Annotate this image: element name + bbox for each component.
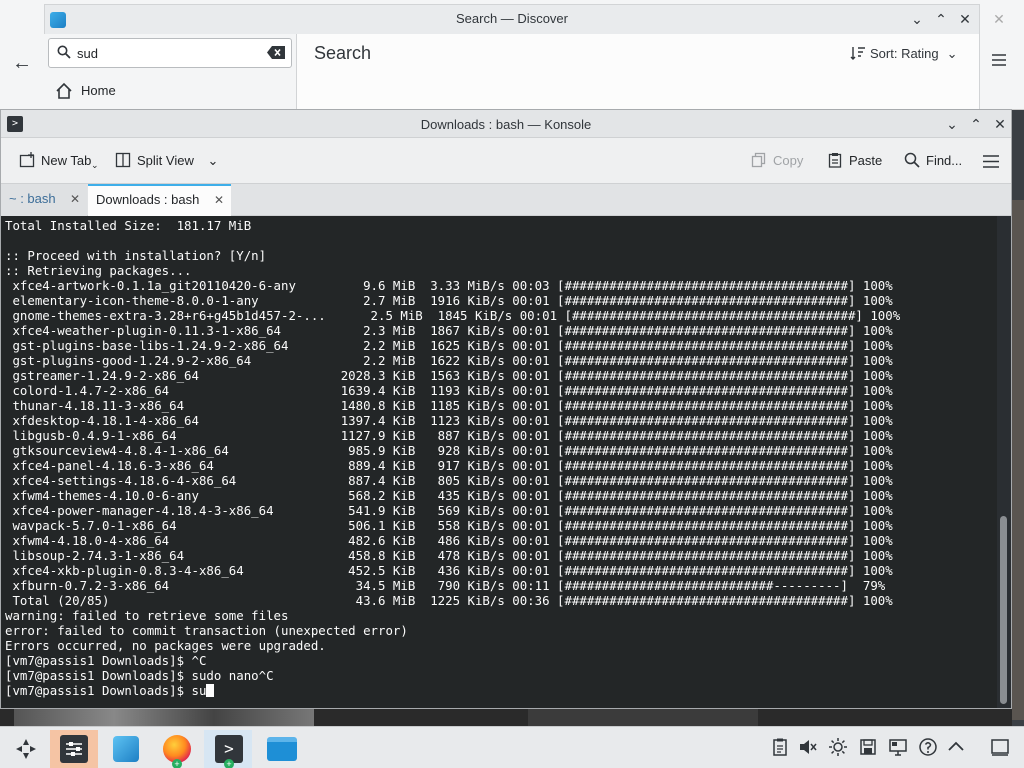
chevron-down-icon: ⌄ bbox=[91, 160, 99, 170]
taskbar-dolphin[interactable] bbox=[256, 730, 304, 768]
split-view-icon bbox=[115, 152, 131, 168]
close-icon[interactable]: ✕ bbox=[991, 115, 1009, 133]
show-desktop-icon[interactable] bbox=[990, 737, 1010, 757]
prompt-text: [vm7@passis1 Downloads]$ su bbox=[5, 683, 207, 698]
sort-dropdown[interactable]: Sort: Rating ⌄ bbox=[850, 45, 958, 62]
maximize-icon[interactable]: ⌃ bbox=[967, 115, 985, 133]
desktop-wallpaper-strip bbox=[0, 708, 1012, 726]
new-tab-icon bbox=[19, 152, 35, 168]
taskbar: + > + bbox=[0, 726, 1024, 768]
search-input[interactable]: sud bbox=[48, 38, 292, 68]
new-tab-label: New Tab bbox=[41, 153, 92, 168]
sidebar-item-label: Home bbox=[81, 83, 116, 98]
split-view-label: Split View bbox=[137, 153, 194, 168]
tab-downloads-bash[interactable]: Downloads : bash ✕ bbox=[88, 184, 231, 216]
terminal-output[interactable]: Total Installed Size: 181.17 MiB :: Proc… bbox=[1, 216, 997, 708]
chevron-down-icon: ⌄ bbox=[946, 46, 958, 61]
close-icon[interactable]: ✕ bbox=[956, 10, 974, 28]
konsole-titlebar[interactable]: > Downloads : bash — Konsole ⌄ ⌃ ✕ bbox=[1, 110, 1011, 138]
search-input-value[interactable]: sud bbox=[77, 46, 98, 61]
close-icon[interactable]: ✕ bbox=[990, 10, 1008, 28]
tab-label: ~ : bash bbox=[9, 191, 56, 206]
app-launcher-icon bbox=[16, 739, 36, 759]
plus-badge-icon: + bbox=[224, 759, 234, 768]
konsole-window-title: Downloads : bash — Konsole bbox=[420, 117, 592, 132]
sort-label: Sort: Rating bbox=[870, 46, 939, 61]
find-button[interactable]: Find... bbox=[904, 152, 962, 168]
storage-icon[interactable] bbox=[858, 737, 878, 757]
terminal-text: Total Installed Size: 181.17 MiB :: Proc… bbox=[5, 218, 901, 683]
display-icon[interactable] bbox=[888, 737, 908, 757]
close-tab-icon[interactable]: ✕ bbox=[214, 186, 224, 214]
copy-button[interactable]: Copy bbox=[751, 152, 803, 168]
paste-button[interactable]: Paste bbox=[827, 152, 882, 168]
close-tab-icon[interactable]: ✕ bbox=[70, 184, 80, 214]
desktop-wallpaper-edge bbox=[1012, 200, 1024, 720]
paste-label: Paste bbox=[849, 153, 883, 168]
taskbar-discover[interactable] bbox=[101, 730, 149, 768]
brightness-icon[interactable] bbox=[828, 737, 848, 757]
taskbar-konsole[interactable]: > + bbox=[204, 730, 252, 768]
copy-icon bbox=[751, 152, 766, 168]
konsole-window: > Downloads : bash — Konsole ⌄ ⌃ ✕ New T… bbox=[0, 109, 1012, 709]
page-title: Search bbox=[314, 43, 372, 63]
konsole-toolbar: New Tab ⌄ Split View ⌄ Copy Paste Find..… bbox=[1, 138, 1011, 184]
tab-bar: ~ : bash ✕ Downloads : bash ✕ bbox=[1, 184, 1011, 216]
text-cursor bbox=[206, 684, 215, 697]
hamburger-menu-icon[interactable] bbox=[983, 155, 999, 168]
discover-window: Search — Discover ⌄ ⌃ ✕ ✕ ← sud Home Sea… bbox=[0, 0, 1024, 110]
minimize-icon[interactable]: ⌄ bbox=[908, 10, 926, 28]
expand-tray-icon[interactable] bbox=[946, 737, 966, 757]
wallpaper-image bbox=[14, 708, 314, 726]
app-launcher-button[interactable] bbox=[2, 730, 50, 768]
clipboard-icon[interactable] bbox=[770, 737, 790, 757]
search-icon bbox=[57, 45, 71, 59]
taskbar-system-settings[interactable] bbox=[50, 730, 98, 768]
tab-home-bash[interactable]: ~ : bash ✕ bbox=[1, 184, 87, 216]
maximize-icon[interactable]: ⌃ bbox=[932, 10, 950, 28]
tab-label: Downloads : bash bbox=[96, 192, 200, 207]
find-label: Find... bbox=[926, 153, 963, 168]
terminal-prompt-line[interactable]: [vm7@passis1 Downloads]$ su bbox=[5, 683, 993, 698]
paste-icon bbox=[828, 153, 842, 168]
home-icon bbox=[56, 82, 72, 99]
scrollbar-thumb[interactable] bbox=[1000, 516, 1007, 704]
system-settings-icon bbox=[60, 735, 88, 763]
discover-icon bbox=[113, 736, 139, 762]
terminal-scrollbar[interactable] bbox=[997, 216, 1011, 708]
copy-label: Copy bbox=[773, 153, 804, 168]
split-view-button[interactable]: Split View ⌄ bbox=[115, 152, 218, 169]
help-icon[interactable] bbox=[918, 737, 938, 757]
wallpaper-image bbox=[528, 708, 758, 726]
discover-window-title: Search — Discover bbox=[456, 11, 568, 26]
back-arrow-icon[interactable]: ← bbox=[12, 52, 32, 75]
sort-icon bbox=[850, 47, 865, 60]
chevron-down-icon: ⌄ bbox=[207, 153, 219, 168]
volume-muted-icon[interactable] bbox=[798, 737, 818, 757]
new-tab-button[interactable]: New Tab ⌄ bbox=[19, 152, 99, 170]
search-icon bbox=[904, 152, 920, 168]
plus-badge-icon: + bbox=[172, 759, 182, 768]
clear-text-icon[interactable] bbox=[267, 46, 285, 59]
folder-icon bbox=[267, 737, 297, 761]
hamburger-menu-icon[interactable] bbox=[992, 54, 1006, 66]
minimize-icon[interactable]: ⌄ bbox=[943, 115, 961, 133]
taskbar-firefox[interactable]: + bbox=[152, 730, 200, 768]
